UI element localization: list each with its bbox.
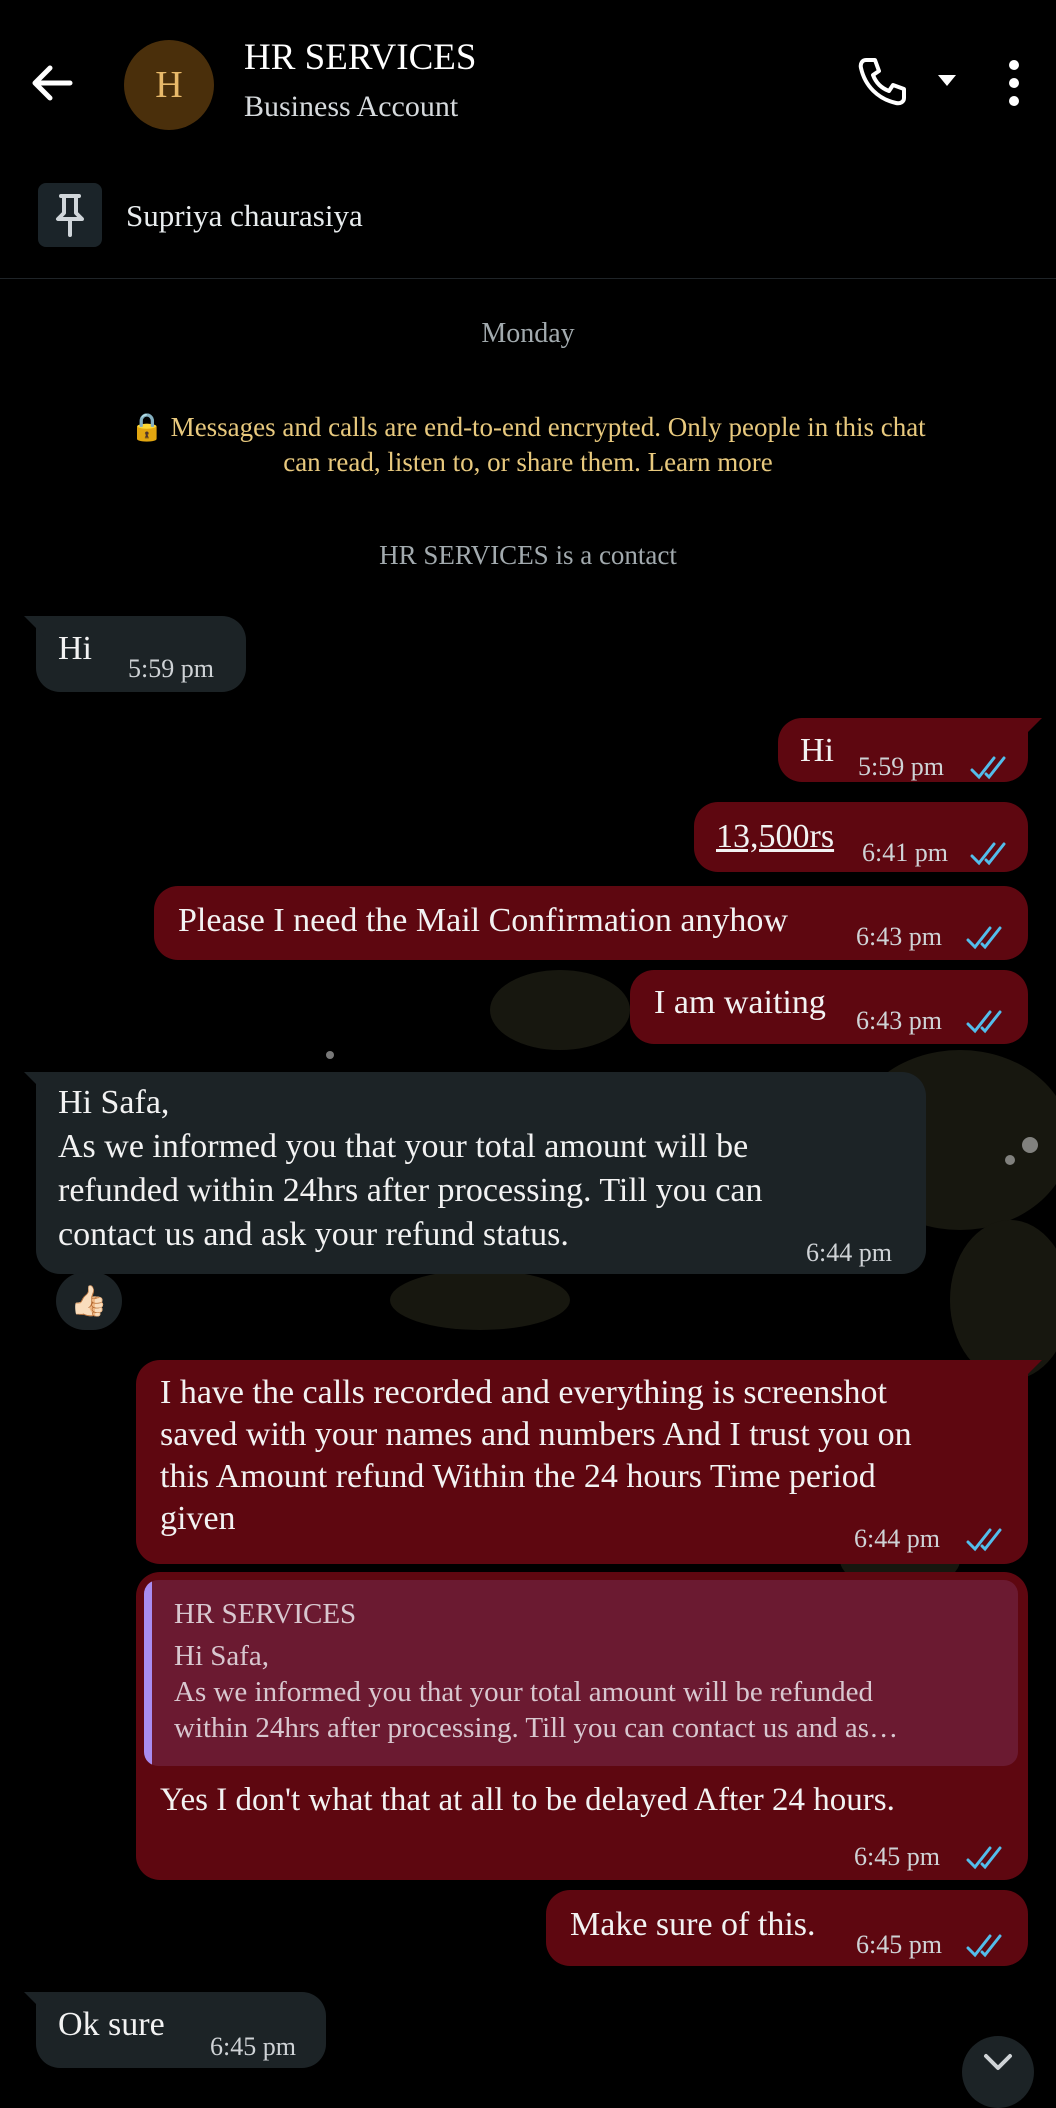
date-divider: Monday bbox=[481, 318, 575, 349]
message-line: Hi Safa, bbox=[58, 1084, 170, 1121]
outgoing-message[interactable]: 13,500rs 6:41 pm bbox=[694, 802, 1028, 872]
encryption-notice[interactable]: 🔒 Messages and calls are end-to-end encr… bbox=[110, 410, 946, 480]
message-text: Hi bbox=[58, 630, 92, 667]
incoming-message[interactable]: Hi 5:59 pm bbox=[24, 616, 246, 692]
double-check-icon bbox=[970, 842, 1006, 866]
message-time: 6:41 pm bbox=[862, 838, 948, 867]
double-check-icon bbox=[970, 756, 1006, 780]
thumbs-up-icon: 👍🏻 bbox=[70, 1284, 108, 1318]
message-text: Hi bbox=[800, 732, 834, 769]
message-text: Ok sure bbox=[58, 2006, 165, 2043]
message-line: refunded within 24hrs after processing. … bbox=[58, 1172, 763, 1209]
avatar[interactable]: H bbox=[124, 40, 214, 130]
pinned-message-text: Supriya chaurasiya bbox=[126, 198, 363, 233]
quote-text: within 24hrs after processing. Till you … bbox=[174, 1712, 899, 1744]
double-check-icon bbox=[966, 1934, 1002, 1958]
message-text: I am waiting bbox=[654, 984, 826, 1021]
outgoing-reply-message[interactable]: HR SERVICES Hi Safa, As we informed you … bbox=[136, 1572, 1028, 1880]
back-arrow-icon[interactable] bbox=[26, 56, 80, 110]
incoming-message[interactable]: Ok sure 6:45 pm bbox=[24, 1992, 326, 2068]
phone-icon[interactable] bbox=[856, 54, 908, 108]
pin-icon[interactable] bbox=[38, 183, 102, 247]
double-check-icon bbox=[966, 1846, 1002, 1870]
message-line: contact us and ask your refund status. bbox=[58, 1216, 569, 1253]
message-line: given bbox=[160, 1500, 236, 1537]
reaction-badge[interactable]: 👍🏻 bbox=[56, 1272, 122, 1330]
caret-down-icon[interactable] bbox=[936, 72, 958, 88]
chat-subtitle[interactable]: Business Account bbox=[244, 90, 458, 124]
message-line: saved with your names and numbers And I … bbox=[160, 1416, 912, 1453]
message-text: Yes I don't what that at all to be delay… bbox=[160, 1782, 895, 1818]
quote-accent-bar bbox=[144, 1580, 152, 1766]
scroll-to-bottom-button[interactable] bbox=[962, 2036, 1034, 2108]
double-check-icon bbox=[966, 1010, 1002, 1034]
quote-author: HR SERVICES bbox=[174, 1598, 357, 1630]
message-time: 6:44 pm bbox=[806, 1238, 892, 1267]
avatar-letter: H bbox=[155, 64, 183, 106]
message-text: Make sure of this. bbox=[570, 1906, 816, 1943]
double-check-icon bbox=[966, 1528, 1002, 1552]
contact-notice: HR SERVICES is a contact bbox=[379, 540, 677, 570]
chevron-down-icon bbox=[984, 2054, 1012, 2070]
quote-text: As we informed you that your total amoun… bbox=[174, 1676, 874, 1708]
message-line: As we informed you that your total amoun… bbox=[58, 1128, 749, 1165]
outgoing-message[interactable]: Please I need the Mail Confirmation anyh… bbox=[154, 886, 1028, 960]
incoming-message[interactable]: Hi Safa, As we informed you that your to… bbox=[24, 1072, 926, 1274]
message-link-text[interactable]: 13,500rs bbox=[716, 818, 834, 856]
message-time: 6:43 pm bbox=[856, 922, 942, 951]
quote-text: Hi Safa, bbox=[174, 1640, 270, 1672]
message-time: 5:59 pm bbox=[858, 752, 944, 781]
message-time: 6:45 pm bbox=[854, 1842, 940, 1871]
message-line: I have the calls recorded and everything… bbox=[160, 1374, 887, 1411]
more-vert-icon[interactable] bbox=[1004, 58, 1024, 108]
chat-title[interactable]: HR SERVICES bbox=[244, 36, 476, 79]
outgoing-message[interactable]: I have the calls recorded and everything… bbox=[136, 1360, 1042, 1564]
message-time: 6:45 pm bbox=[210, 2032, 296, 2061]
message-time: 6:44 pm bbox=[854, 1524, 940, 1553]
double-check-icon bbox=[966, 926, 1002, 950]
outgoing-message[interactable]: I am waiting 6:43 pm bbox=[630, 970, 1028, 1044]
quoted-message[interactable]: HR SERVICES Hi Safa, As we informed you … bbox=[144, 1580, 1018, 1766]
message-text: Please I need the Mail Confirmation anyh… bbox=[178, 902, 788, 939]
outgoing-message[interactable]: Make sure of this. 6:45 pm bbox=[546, 1890, 1028, 1966]
pinned-message-bar[interactable]: Supriya chaurasiya bbox=[0, 168, 1056, 279]
message-time: 6:43 pm bbox=[856, 1006, 942, 1035]
message-line: this Amount refund Within the 24 hours T… bbox=[160, 1458, 876, 1495]
message-time: 6:45 pm bbox=[856, 1930, 942, 1959]
outgoing-message[interactable]: Hi 5:59 pm bbox=[778, 718, 1042, 782]
message-time: 5:59 pm bbox=[128, 654, 214, 683]
chat-header: H HR SERVICES Business Account bbox=[0, 0, 1056, 168]
